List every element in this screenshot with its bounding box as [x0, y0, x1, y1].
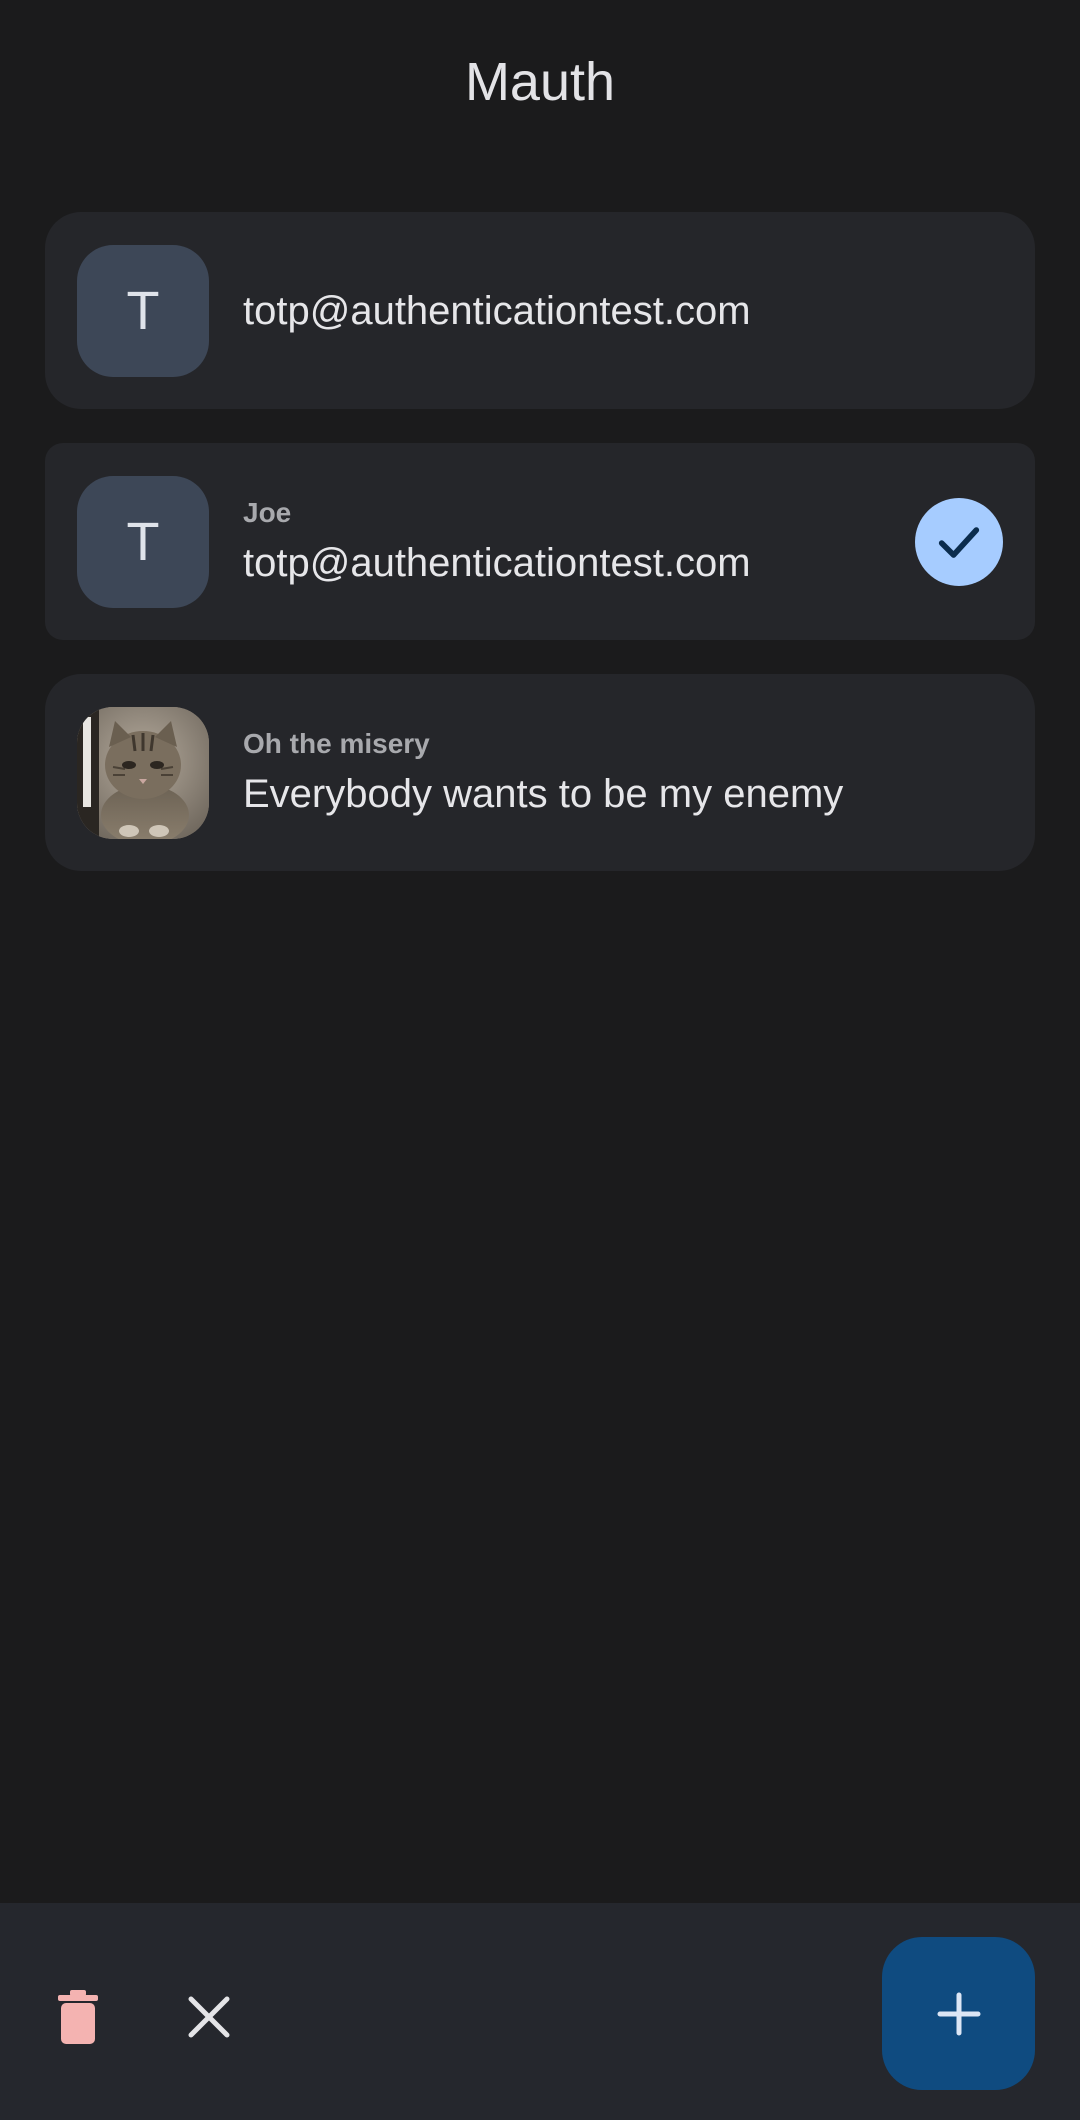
close-icon	[188, 1996, 230, 2038]
cat-photo-avatar	[77, 707, 209, 839]
close-selection-button[interactable]	[161, 1969, 257, 2065]
add-account-button[interactable]	[882, 1937, 1035, 2090]
account-text: Oh the misery Everybody wants to be my e…	[243, 674, 843, 871]
account-card-selected[interactable]: T Joe totp@authenticationtest.com	[45, 443, 1035, 640]
trash-icon	[58, 1990, 98, 2044]
delete-button[interactable]	[30, 1969, 126, 2065]
app-title: Mauth	[464, 52, 616, 112]
account-text: Joe totp@authenticationtest.com	[243, 443, 751, 640]
account-text: totp@authenticationtest.com	[243, 212, 751, 409]
check-icon	[938, 527, 980, 558]
app-screen: Mauth T totp@authenticationtest.com T Jo…	[0, 0, 1080, 2120]
account-avatar: T	[77, 245, 209, 377]
account-card[interactable]: Oh the misery Everybody wants to be my e…	[45, 674, 1035, 871]
account-issuer: Joe	[243, 496, 292, 528]
account-name: totp@authenticationtest.com	[243, 540, 751, 585]
selected-check-badge[interactable]	[915, 498, 1003, 586]
account-list: T totp@authenticationtest.com T Joe totp…	[45, 212, 1035, 905]
account-card[interactable]: T totp@authenticationtest.com	[45, 212, 1035, 409]
account-name: Everybody wants to be my enemy	[243, 771, 844, 816]
bottom-action-bar	[0, 1903, 1080, 2120]
plus-icon	[937, 1992, 980, 2035]
account-avatar: T	[77, 476, 209, 608]
account-name: totp@authenticationtest.com	[243, 288, 751, 333]
cat-photo	[77, 707, 209, 839]
account-issuer: Oh the misery	[243, 727, 430, 759]
